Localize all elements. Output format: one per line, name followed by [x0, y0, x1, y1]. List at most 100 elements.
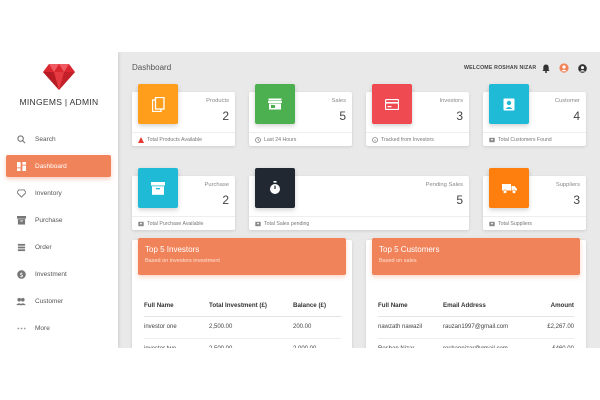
topbar: Dashboard WELCOME ROSHAN NIZAR: [118, 52, 600, 84]
card-suppliers[interactable]: Suppliers 3 Total Suppliers: [483, 168, 586, 230]
sidebar-item-label: Dashboard: [35, 162, 67, 170]
card-footer-text: Total Purchase Available: [147, 220, 204, 227]
card-footer-text: Total Sales pending: [264, 220, 310, 227]
card-value: 5: [339, 109, 346, 123]
table-cell: £460.00: [539, 338, 574, 348]
table-cell: 2,000.00: [293, 338, 341, 348]
card-customer[interactable]: Customer 4 Total Customers Found: [483, 84, 586, 146]
info-icon: [372, 136, 378, 143]
archive-icon: [138, 168, 178, 208]
contact-icon: [489, 84, 529, 124]
card-footer-text: Tracked from Investors: [381, 136, 434, 143]
warning-icon: [138, 136, 144, 143]
table-cell: investor two: [144, 338, 209, 348]
card-products[interactable]: Products 2 Total Products Available: [132, 84, 235, 146]
avatar[interactable]: [559, 63, 569, 73]
id-card-icon: [138, 221, 144, 227]
column-header: Full Name: [378, 296, 443, 317]
card-value: 3: [456, 109, 463, 123]
sidebar-item-dashboard[interactable]: Dashboard: [6, 155, 111, 177]
sidebar-item-label: Inventory: [35, 189, 62, 197]
card-pending-sales[interactable]: Pending Sales 5 Total Sales pending: [249, 168, 469, 230]
card-footer: Tracked from Investors: [366, 132, 469, 146]
sidebar-item-customer[interactable]: Customer: [6, 290, 111, 312]
sidebar: MINGEMS | ADMIN Search Dashboard Invento…: [0, 52, 118, 348]
sidebar-item-search[interactable]: Search: [6, 128, 111, 150]
table-row[interactable]: nawzath nawazil rauzan1997@gmail.com £2,…: [378, 316, 574, 339]
sidebar-item-investment[interactable]: $ Investment: [6, 263, 111, 285]
stopwatch-icon: [255, 168, 295, 208]
bell-icon[interactable]: [541, 63, 551, 73]
card-sales[interactable]: Sales 5 Last 24 Hours: [249, 84, 352, 146]
card-footer: Total Products Available: [132, 132, 235, 146]
table-cell: roshannizar@gmail.com: [443, 338, 539, 348]
sidebar-item-label: Customer: [35, 297, 64, 305]
dollar-icon: $: [16, 269, 26, 279]
diamond-icon: [43, 64, 75, 90]
card-footer-text: Total Products Available: [147, 136, 202, 143]
customers-table: Full Name Email Address Amount nawzath n…: [378, 296, 574, 348]
table-cell: investor one: [144, 316, 209, 339]
card-footer: Total Customers Found: [483, 132, 586, 146]
column-header: Email Address: [443, 296, 539, 317]
table-cell: £2,267.00: [539, 316, 574, 339]
id-card-icon: [489, 137, 495, 143]
table-row[interactable]: investor two 2,500.00 2,000.00: [144, 338, 341, 348]
investors-table: Full Name Total Investment (£) Balance (…: [144, 296, 341, 348]
card-icon: [372, 84, 412, 124]
table-cell: 200.00: [293, 316, 341, 339]
card-footer: Total Sales pending: [249, 216, 469, 230]
customers-panel: Top 5 Customers Based on sales Full Name…: [366, 238, 586, 348]
sidebar-item-more[interactable]: More: [6, 317, 111, 339]
sidebar-item-inventory[interactable]: Inventory: [6, 182, 111, 204]
account-icon[interactable]: [577, 63, 587, 73]
card-title: Pending Sales: [425, 182, 463, 188]
card-title: Products: [206, 98, 229, 104]
investors-panel: Top 5 Investors Based on investors inves…: [132, 238, 352, 348]
card-value: 5: [456, 193, 463, 207]
sidebar-item-purchase[interactable]: Purchase: [6, 209, 111, 231]
column-header: Total Investment (£): [209, 296, 293, 317]
card-title: Investors: [439, 98, 463, 104]
card-title: Suppliers: [555, 182, 580, 188]
table-cell: nawzath nawazil: [378, 316, 443, 339]
sidebar-item-label: Purchase: [35, 216, 63, 224]
table-cell: 2,500.00: [209, 316, 293, 339]
copy-icon: [138, 84, 178, 124]
card-footer: Total Suppliers: [483, 216, 586, 230]
investors-panel-title: Top 5 Investors: [145, 245, 200, 254]
customers-panel-header: Top 5 Customers Based on sales: [372, 238, 580, 275]
table-row[interactable]: investor one 2,500.00 200.00: [144, 316, 341, 339]
svg-text:$: $: [19, 271, 23, 278]
id-card-icon: [255, 221, 261, 227]
sidebar-item-label: Search: [35, 135, 56, 143]
store-icon: [255, 84, 295, 124]
card-purchase[interactable]: Purchase 2 Total Purchase Available: [132, 168, 235, 230]
investors-panel-header: Top 5 Investors Based on investors inves…: [138, 238, 346, 275]
table-cell: Roshan Nizar: [378, 338, 443, 348]
main-content: Dashboard WELCOME ROSHAN NIZAR Products …: [118, 52, 600, 348]
customers-panel-subtitle: Based on sales: [379, 258, 417, 264]
dashboard-icon: [16, 161, 26, 171]
truck-icon: [489, 168, 529, 208]
cart-icon: [16, 242, 26, 252]
archive-icon: [16, 215, 26, 225]
card-investors[interactable]: Investors 3 Tracked from Investors: [366, 84, 469, 146]
table-header-row: Full Name Email Address Amount: [378, 296, 574, 317]
sidebar-item-label: More: [35, 324, 50, 332]
sidebar-item-order[interactable]: Order: [6, 236, 111, 258]
brand-title: MINGEMS | ADMIN: [19, 97, 99, 107]
card-footer: Last 24 Hours: [249, 132, 352, 146]
investors-panel-subtitle: Based on investors investment: [145, 258, 220, 264]
more-icon: [16, 323, 26, 333]
card-footer-text: Last 24 Hours: [264, 136, 297, 143]
table-row[interactable]: Roshan Nizar roshannizar@gmail.com £460.…: [378, 338, 574, 348]
table-cell: 2,500.00: [209, 338, 293, 348]
card-value: 4: [573, 109, 580, 123]
id-card-icon: [489, 221, 495, 227]
card-footer-text: Total Suppliers: [498, 220, 533, 227]
app-window: MINGEMS | ADMIN Search Dashboard Invento…: [0, 52, 600, 348]
card-footer-text: Total Customers Found: [498, 136, 552, 143]
card-title: Sales: [331, 98, 346, 104]
card-value: 2: [222, 109, 229, 123]
